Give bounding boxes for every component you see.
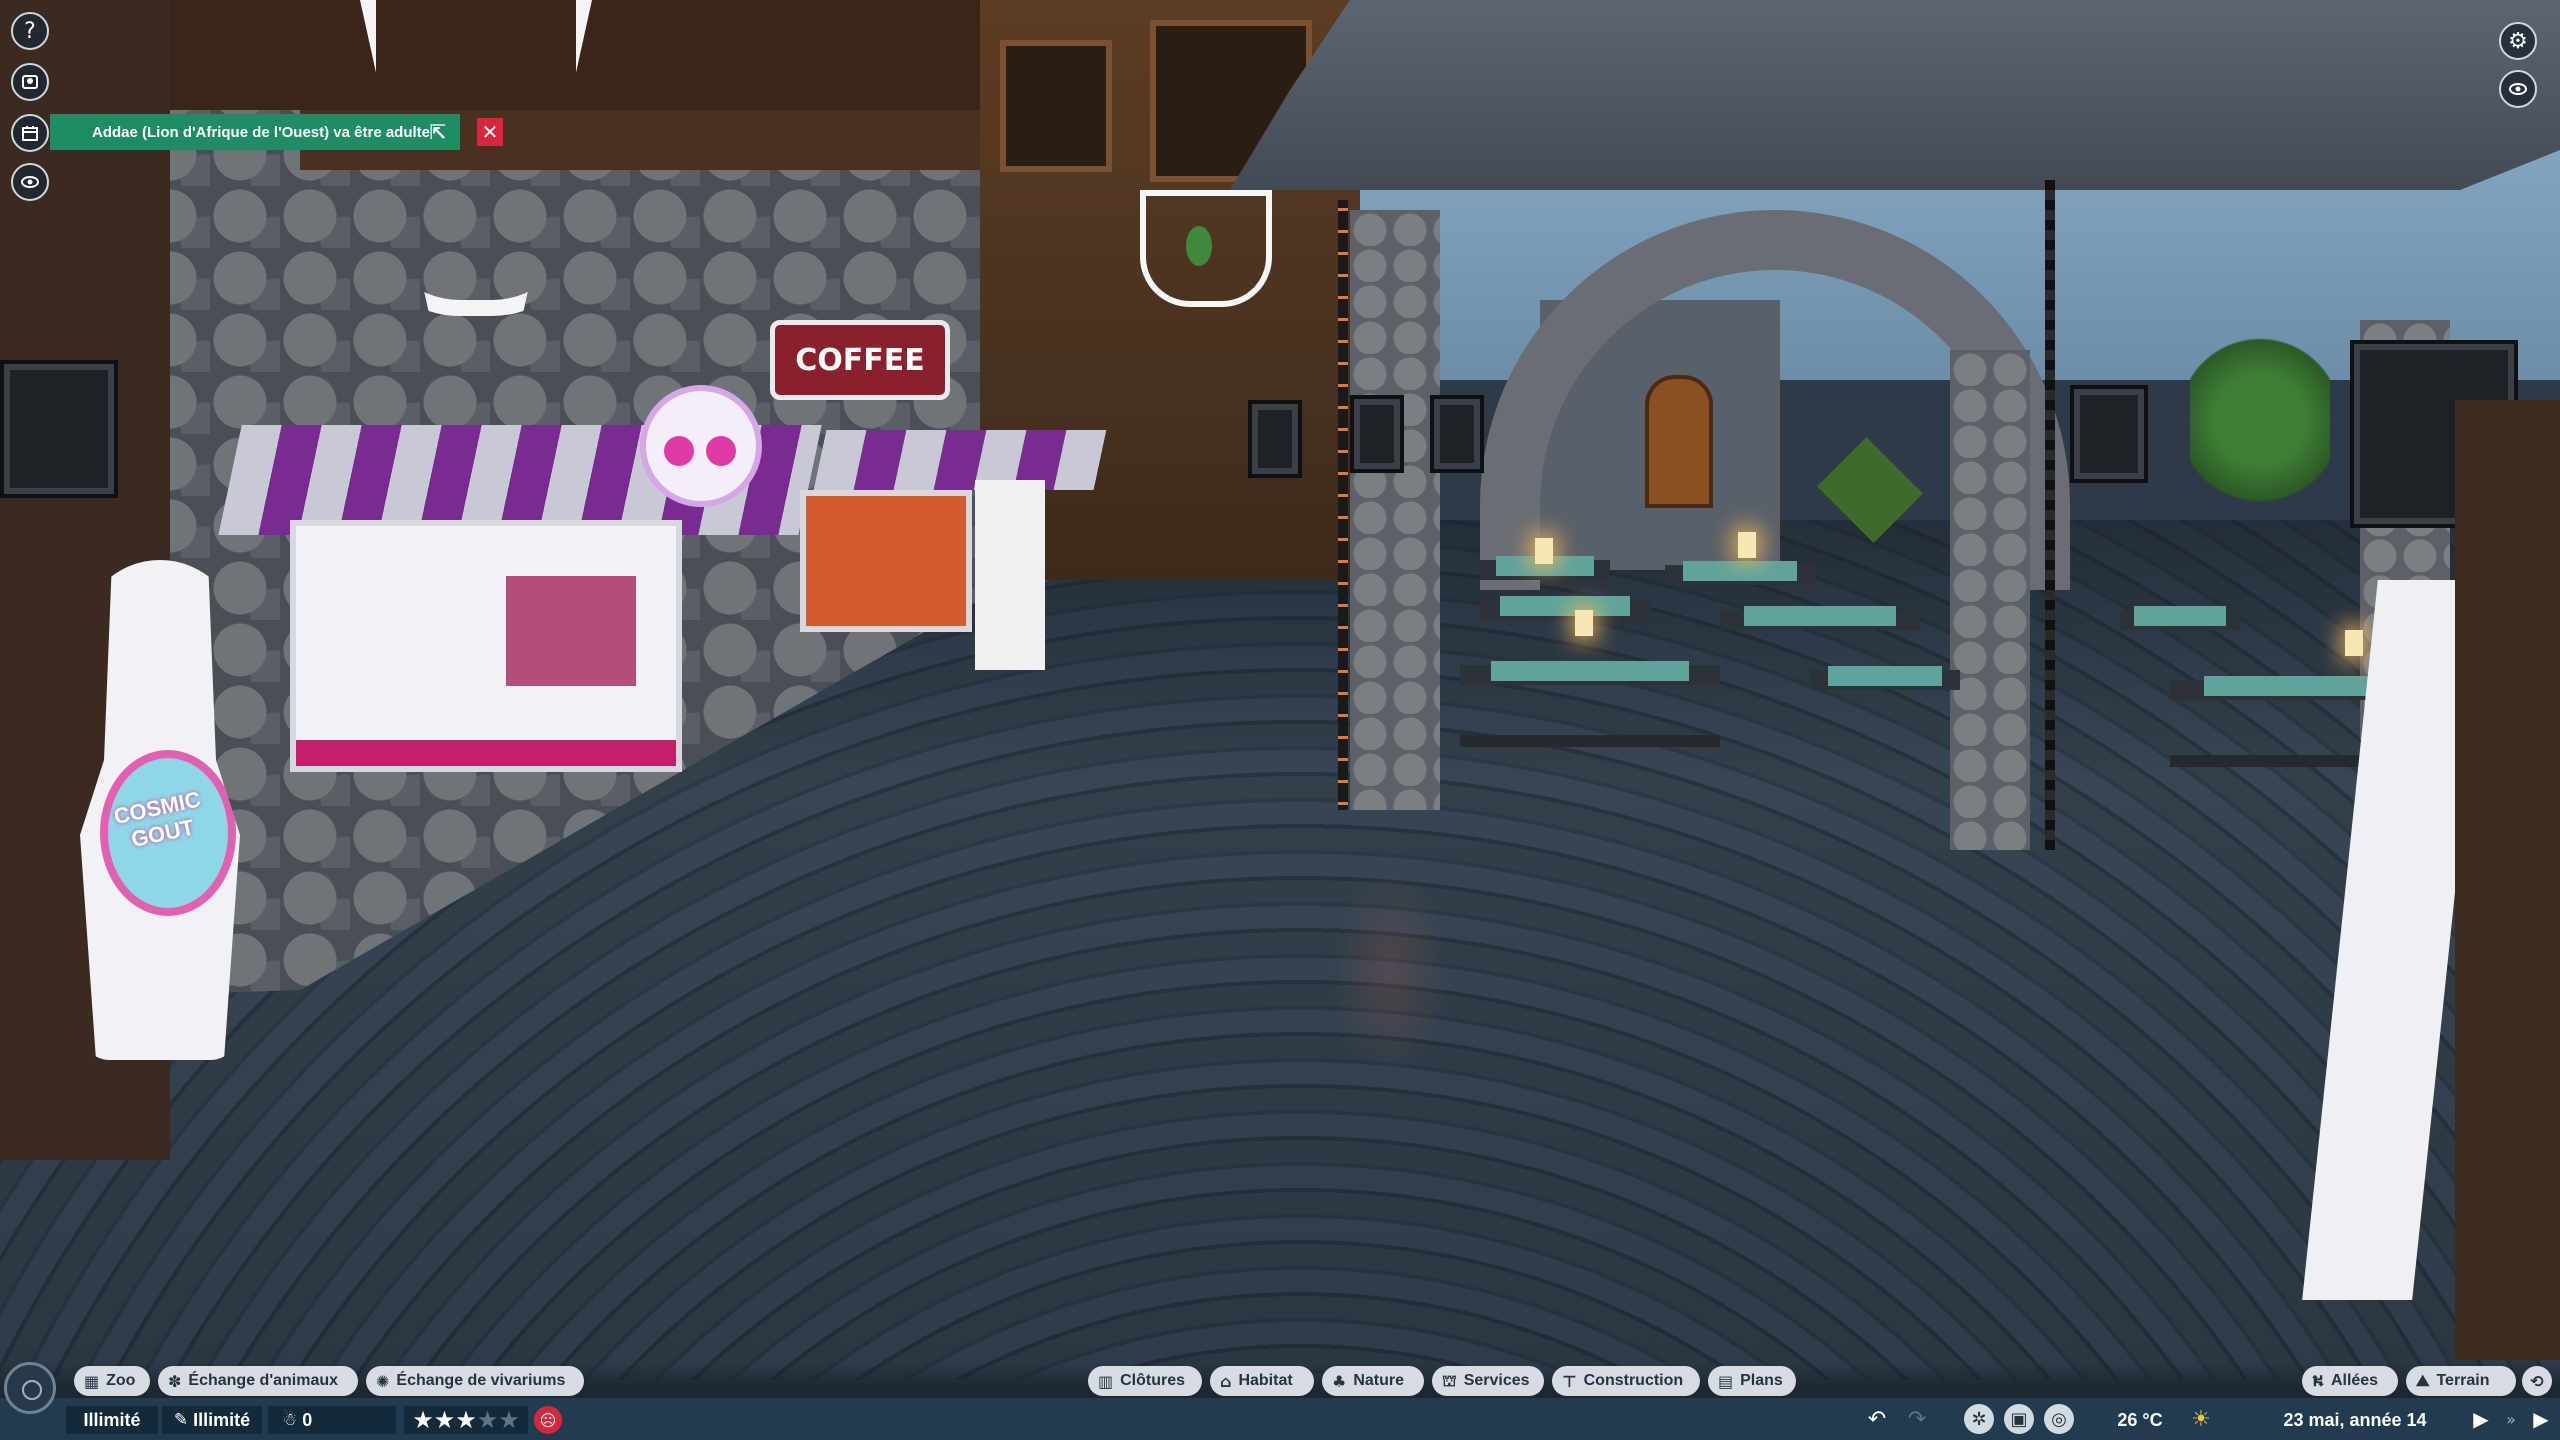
undo-icon[interactable]: ↶	[1862, 1404, 1892, 1434]
lantern	[1430, 395, 1484, 473]
guest-count-display[interactable]: ☃ 0	[268, 1406, 396, 1434]
arcade-roof	[1230, 0, 2560, 190]
fences-menu-button[interactable]: ▥ Clôtures	[1088, 1366, 1202, 1396]
calendar-icon[interactable]	[11, 114, 49, 152]
milkshake-kiosk[interactable]	[290, 520, 682, 772]
terrain-menu-button[interactable]: ⛰ Terrain	[2406, 1366, 2516, 1396]
play-icon[interactable]: ▶	[2526, 1404, 2556, 1434]
help-icon[interactable]: ?	[11, 12, 49, 50]
services-menu-button[interactable]: ⛫ Services	[1432, 1366, 1544, 1396]
close-icon[interactable]: ✕	[477, 118, 503, 146]
shop-icon: ⛫	[1442, 1370, 1457, 1390]
star-icon: ★	[412, 1406, 434, 1434]
vivarium-icon: ✺	[376, 1371, 390, 1391]
lantern	[1350, 395, 1404, 473]
undo-history-button[interactable]: ⟲	[2522, 1366, 2552, 1396]
notification-text: Addae (Lion d'Afrique de l'Ouest) va êtr…	[92, 123, 431, 141]
shop-awning-coffee	[813, 430, 1107, 490]
game-viewport[interactable]: COFFEE COSMIC GOUT	[0, 0, 2560, 1440]
lens-flare	[1330, 860, 1450, 1080]
star-icon: ★	[498, 1406, 520, 1434]
string-lights-dark	[2045, 180, 2055, 850]
coffee-kiosk[interactable]	[800, 490, 972, 632]
coffee-menu-board	[975, 480, 1045, 670]
wooden-post-right	[2455, 400, 2560, 1360]
zoo-menu-button[interactable]: ▦ Zoo	[74, 1366, 150, 1396]
fast-forward-icon[interactable]: »	[2496, 1404, 2526, 1434]
zoo-icon: ▦	[84, 1371, 100, 1391]
feather-icon: ✎	[173, 1410, 189, 1430]
map-overlay-icon[interactable]: ▣	[2004, 1404, 2034, 1434]
notification-banner[interactable]: Addae (Lion d'Afrique de l'Ouest) va êtr…	[50, 114, 460, 150]
animal-profile-icon[interactable]	[11, 63, 49, 101]
tree-icon: ♣	[1332, 1371, 1347, 1391]
nature-menu-button[interactable]: ♣ Nature	[1322, 1366, 1424, 1396]
blueprints-menu-button[interactable]: ▤ Plans	[1708, 1366, 1796, 1396]
paths-menu-button[interactable]: ⛕ Allées	[2302, 1366, 2398, 1396]
fence-icon: ▥	[1098, 1371, 1114, 1391]
lantern	[1248, 400, 1302, 478]
blueprint-icon: ▤	[1718, 1371, 1734, 1391]
lantern	[2070, 385, 2148, 483]
path-icon: ⛕	[2312, 1370, 2324, 1390]
date-display[interactable]: 23 mai, année 14	[2250, 1406, 2460, 1434]
vivarium-trading-button[interactable]: ✺ Échange de vivariums	[366, 1366, 584, 1396]
habitat-menu-button[interactable]: ⌂ Habitat	[1210, 1366, 1314, 1396]
star-icon: ★	[433, 1406, 456, 1434]
lantern	[0, 360, 118, 498]
animal-trading-button[interactable]: ✽ Échange d'animaux	[158, 1366, 358, 1396]
star-icon: ★	[455, 1406, 477, 1434]
redo-icon[interactable]: ↷	[1902, 1404, 1932, 1434]
coffee-sign: COFFEE	[770, 320, 950, 400]
star-icon: ★	[476, 1406, 499, 1434]
camera-compass[interactable]	[4, 1362, 56, 1414]
cow-mascot-sign	[640, 385, 762, 507]
unhappy-face-icon[interactable]: ☹	[534, 1406, 562, 1434]
settings-gear-icon[interactable]: ⚙	[2499, 22, 2537, 60]
temperature-display[interactable]: 26 °C	[2094, 1406, 2186, 1434]
zoo-rating[interactable]: ★ ★ ★ ★ ★	[404, 1406, 528, 1434]
string-lights	[1338, 200, 1348, 810]
play-speed-icon[interactable]: ▶	[2466, 1404, 2496, 1434]
money-display[interactable]: Illimité	[66, 1406, 158, 1434]
terrain-icon: ⛰	[2416, 1371, 2430, 1390]
photo-mode-icon[interactable]: ✲	[1964, 1404, 1994, 1434]
paw-icon: ✽	[168, 1371, 182, 1391]
camera-icon[interactable]: ◎	[2044, 1404, 2074, 1434]
sun-icon: ☀	[2191, 1406, 2211, 1432]
camera-view-icon[interactable]	[2499, 70, 2537, 108]
visibility-icon[interactable]	[11, 163, 49, 201]
coffee-cup-neon-icon	[1140, 190, 1272, 307]
research-display[interactable]: ✎ Illimité	[162, 1406, 262, 1434]
build-icon: ⊤	[1562, 1371, 1577, 1391]
habitat-icon: ⌂	[1220, 1371, 1232, 1391]
history-icon: ⟲	[2530, 1371, 2544, 1391]
construction-menu-button[interactable]: ⊤ Construction	[1552, 1366, 1700, 1396]
guests-icon: ☃	[282, 1410, 298, 1430]
external-link-icon[interactable]: ⇱	[429, 120, 446, 144]
